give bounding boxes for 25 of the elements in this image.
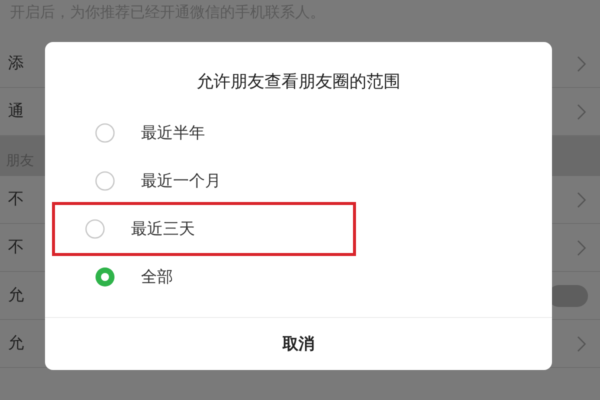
chevron-right-icon — [577, 336, 586, 352]
option-label: 最近半年 — [141, 122, 205, 144]
cancel-button[interactable]: 取消 — [272, 330, 324, 358]
chevron-right-icon — [577, 240, 586, 256]
setting-label[interactable]: 允 — [8, 333, 24, 354]
radio-checked-icon[interactable] — [95, 267, 115, 287]
setting-label[interactable]: 不 — [8, 237, 24, 258]
radio-option[interactable]: 最近一个月 — [55, 157, 542, 205]
radio-option[interactable]: 最近半年 — [55, 109, 542, 157]
dialog-title: 允许朋友查看朋友圈的范围 — [196, 71, 402, 93]
chevron-right-icon — [577, 192, 586, 208]
setting-label[interactable]: 不 — [8, 189, 24, 210]
setting-label[interactable]: 添 — [8, 53, 24, 74]
setting-label[interactable]: 允 — [8, 285, 24, 306]
radio-unchecked-icon[interactable] — [95, 171, 115, 191]
radio-unchecked-icon[interactable] — [95, 123, 115, 143]
radio-unchecked-icon[interactable] — [85, 219, 105, 239]
highlighted-option[interactable]: 最近三天 — [55, 205, 353, 253]
chevron-right-icon — [577, 104, 586, 120]
option-label: 最近三天 — [131, 218, 195, 240]
option-label: 全部 — [141, 266, 173, 288]
option-label: 最近一个月 — [141, 170, 221, 192]
chevron-right-icon — [577, 56, 586, 72]
setting-label[interactable]: 通 — [8, 101, 24, 122]
radio-option[interactable]: 全部 — [55, 253, 542, 301]
